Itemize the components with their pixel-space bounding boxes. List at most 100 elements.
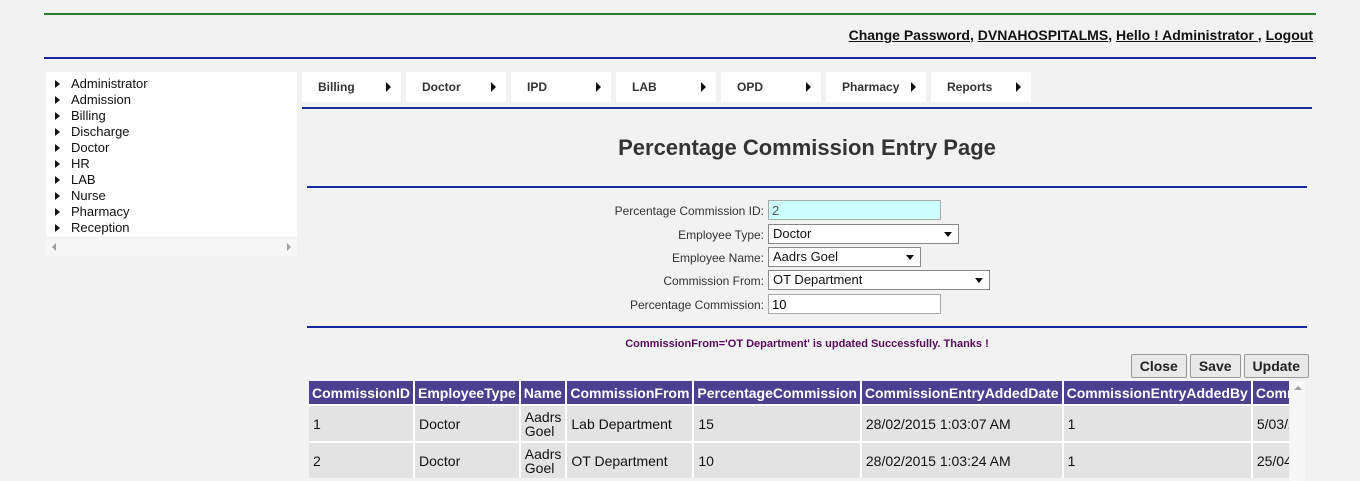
- employee-type-row: Employee Type: Doctor: [307, 224, 1307, 246]
- expand-arrow-icon: [55, 160, 60, 168]
- menu-billing[interactable]: Billing: [302, 72, 401, 102]
- header-divider: [44, 57, 1316, 59]
- commission-from-select[interactable]: OT Department: [768, 270, 990, 290]
- sidebar-item-admission[interactable]: Admission: [54, 92, 297, 108]
- sidebar-item-pharmacy[interactable]: Pharmacy: [54, 204, 297, 220]
- sidebar-item-discharge[interactable]: Discharge: [54, 124, 297, 140]
- menu-pharmacy[interactable]: Pharmacy: [826, 72, 926, 102]
- header-links: Change Password, DVNAHOSPITALMS, Hello !…: [848, 27, 1313, 43]
- expand-arrow-icon: [55, 224, 60, 232]
- menu-ipd[interactable]: IPD: [511, 72, 611, 102]
- status-message: CommissionFrom='OT Department' is update…: [625, 338, 989, 350]
- scroll-left-icon[interactable]: [52, 243, 56, 251]
- col-header-name[interactable]: Name: [519, 381, 568, 405]
- page-title: Percentage Commission Entry Page: [618, 135, 996, 160]
- commission-grid: CommissionID EmployeeType Name Commissio…: [309, 381, 1289, 481]
- col-header-employee-type[interactable]: EmployeeType: [414, 381, 521, 405]
- employee-type-select[interactable]: Doctor: [768, 224, 959, 244]
- submenu-arrow-icon: [596, 82, 601, 92]
- sidebar-item-lab[interactable]: LAB: [54, 172, 297, 188]
- cell-added-date: 28/02/2015 1:03:24 AM: [860, 441, 1064, 478]
- sidebar-item-nurse[interactable]: Nurse: [54, 188, 297, 204]
- title-divider: [307, 186, 1307, 188]
- percentage-field[interactable]: [768, 294, 941, 314]
- employee-name-select[interactable]: Aadrs Goel: [768, 247, 921, 267]
- dropdown-arrow-icon: [975, 278, 983, 283]
- submenu-arrow-icon: [911, 82, 916, 92]
- cell-percentage: 10: [693, 441, 862, 478]
- expand-arrow-icon: [55, 176, 60, 184]
- cell-name: Aadrs Goel: [519, 441, 568, 478]
- cell-commission-ent: 5/03/2015 3:12:1: [1251, 404, 1289, 442]
- update-button[interactable]: Update: [1243, 354, 1309, 378]
- submenu-arrow-icon: [701, 82, 706, 92]
- close-button[interactable]: Close: [1130, 354, 1187, 378]
- cell-commission-from: OT Department: [566, 441, 695, 478]
- col-header-commission-id[interactable]: CommissionID: [309, 381, 416, 405]
- action-buttons: Close Save Update: [1130, 354, 1309, 378]
- sidebar-tree: Administrator Admission Billing Discharg…: [46, 72, 297, 256]
- percentage-label: Percentage Commission:: [629, 298, 764, 312]
- col-header-percentage[interactable]: PercentageCommission: [693, 381, 862, 405]
- commission-id-field[interactable]: [768, 200, 941, 220]
- grid-header-row: CommissionID EmployeeType Name Commissio…: [309, 381, 1289, 405]
- employee-name-label: Employee Name:: [671, 251, 764, 265]
- commission-id-row: Percentage Commission ID:: [307, 200, 1307, 222]
- hello-admin-link[interactable]: Hello ! Administrator: [1116, 27, 1258, 43]
- scroll-up-icon[interactable]: [1294, 386, 1302, 390]
- expand-arrow-icon: [55, 96, 60, 104]
- employee-name-row: Employee Name: Aadrs Goel: [307, 247, 1307, 269]
- menu-doctor[interactable]: Doctor: [406, 72, 506, 102]
- save-button[interactable]: Save: [1189, 354, 1241, 378]
- col-header-commission-from[interactable]: CommissionFrom: [566, 381, 695, 405]
- logout-link[interactable]: Logout: [1266, 27, 1313, 43]
- top-divider: [44, 13, 1316, 15]
- hospital-link[interactable]: DVNAHOSPITALMS: [978, 27, 1108, 43]
- commission-from-row: Commission From: OT Department: [307, 270, 1307, 292]
- percentage-row: Percentage Commission:: [307, 294, 1307, 316]
- dropdown-arrow-icon: [906, 255, 914, 260]
- grid-vertical-scrollbar[interactable]: [1290, 381, 1305, 481]
- submenu-arrow-icon: [386, 82, 391, 92]
- form-divider: [307, 326, 1307, 328]
- expand-arrow-icon: [55, 144, 60, 152]
- cell-name: Aadrs Goel: [519, 404, 568, 442]
- sidebar-item-doctor[interactable]: Doctor: [54, 140, 297, 156]
- submenu-arrow-icon: [1016, 82, 1021, 92]
- scroll-right-icon[interactable]: [287, 243, 291, 251]
- sidebar-item-hr[interactable]: HR: [54, 156, 297, 172]
- sidebar-horizontal-scrollbar[interactable]: [46, 237, 297, 256]
- menu-divider: [302, 107, 1312, 109]
- sidebar-item-reception[interactable]: Reception: [54, 220, 297, 236]
- top-menu-bar: Billing Doctor IPD LAB OPD Pharmacy Repo…: [302, 72, 1031, 102]
- expand-arrow-icon: [55, 80, 60, 88]
- expand-arrow-icon: [55, 112, 60, 120]
- menu-opd[interactable]: OPD: [721, 72, 821, 102]
- sidebar-item-billing[interactable]: Billing: [54, 108, 297, 124]
- cell-added-date: 28/02/2015 1:03:07 AM: [860, 404, 1064, 442]
- dropdown-arrow-icon: [944, 232, 952, 237]
- cell-added-by: 1: [1062, 404, 1253, 442]
- sidebar-item-administrator[interactable]: Administrator: [54, 76, 297, 92]
- menu-lab[interactable]: LAB: [616, 72, 716, 102]
- cell-commission-id: 2: [309, 441, 416, 478]
- cell-percentage: 15: [693, 404, 862, 442]
- cell-employee-type: Doctor: [414, 441, 521, 478]
- col-header-commission-ent[interactable]: CommissionEnt: [1251, 381, 1289, 405]
- cell-added-by: 1: [1062, 441, 1253, 478]
- table-row[interactable]: 2 Doctor Aadrs Goel OT Department 10 28/…: [309, 441, 1289, 478]
- commission-from-label: Commission From:: [663, 274, 764, 288]
- expand-arrow-icon: [55, 128, 60, 136]
- employee-type-label: Employee Type:: [678, 228, 764, 242]
- expand-arrow-icon: [55, 208, 60, 216]
- submenu-arrow-icon: [806, 82, 811, 92]
- menu-reports[interactable]: Reports: [931, 72, 1031, 102]
- col-header-added-by[interactable]: CommissionEntryAddedBy: [1062, 381, 1253, 405]
- submenu-arrow-icon: [491, 82, 496, 92]
- table-row[interactable]: 1 Doctor Aadrs Goel Lab Department 15 28…: [309, 404, 1289, 442]
- commission-id-label: Percentage Commission ID:: [614, 204, 764, 218]
- change-password-link[interactable]: Change Password: [849, 27, 970, 43]
- cell-commission-id: 1: [309, 404, 416, 442]
- col-header-added-date[interactable]: CommissionEntryAddedDate: [860, 381, 1064, 405]
- expand-arrow-icon: [55, 192, 60, 200]
